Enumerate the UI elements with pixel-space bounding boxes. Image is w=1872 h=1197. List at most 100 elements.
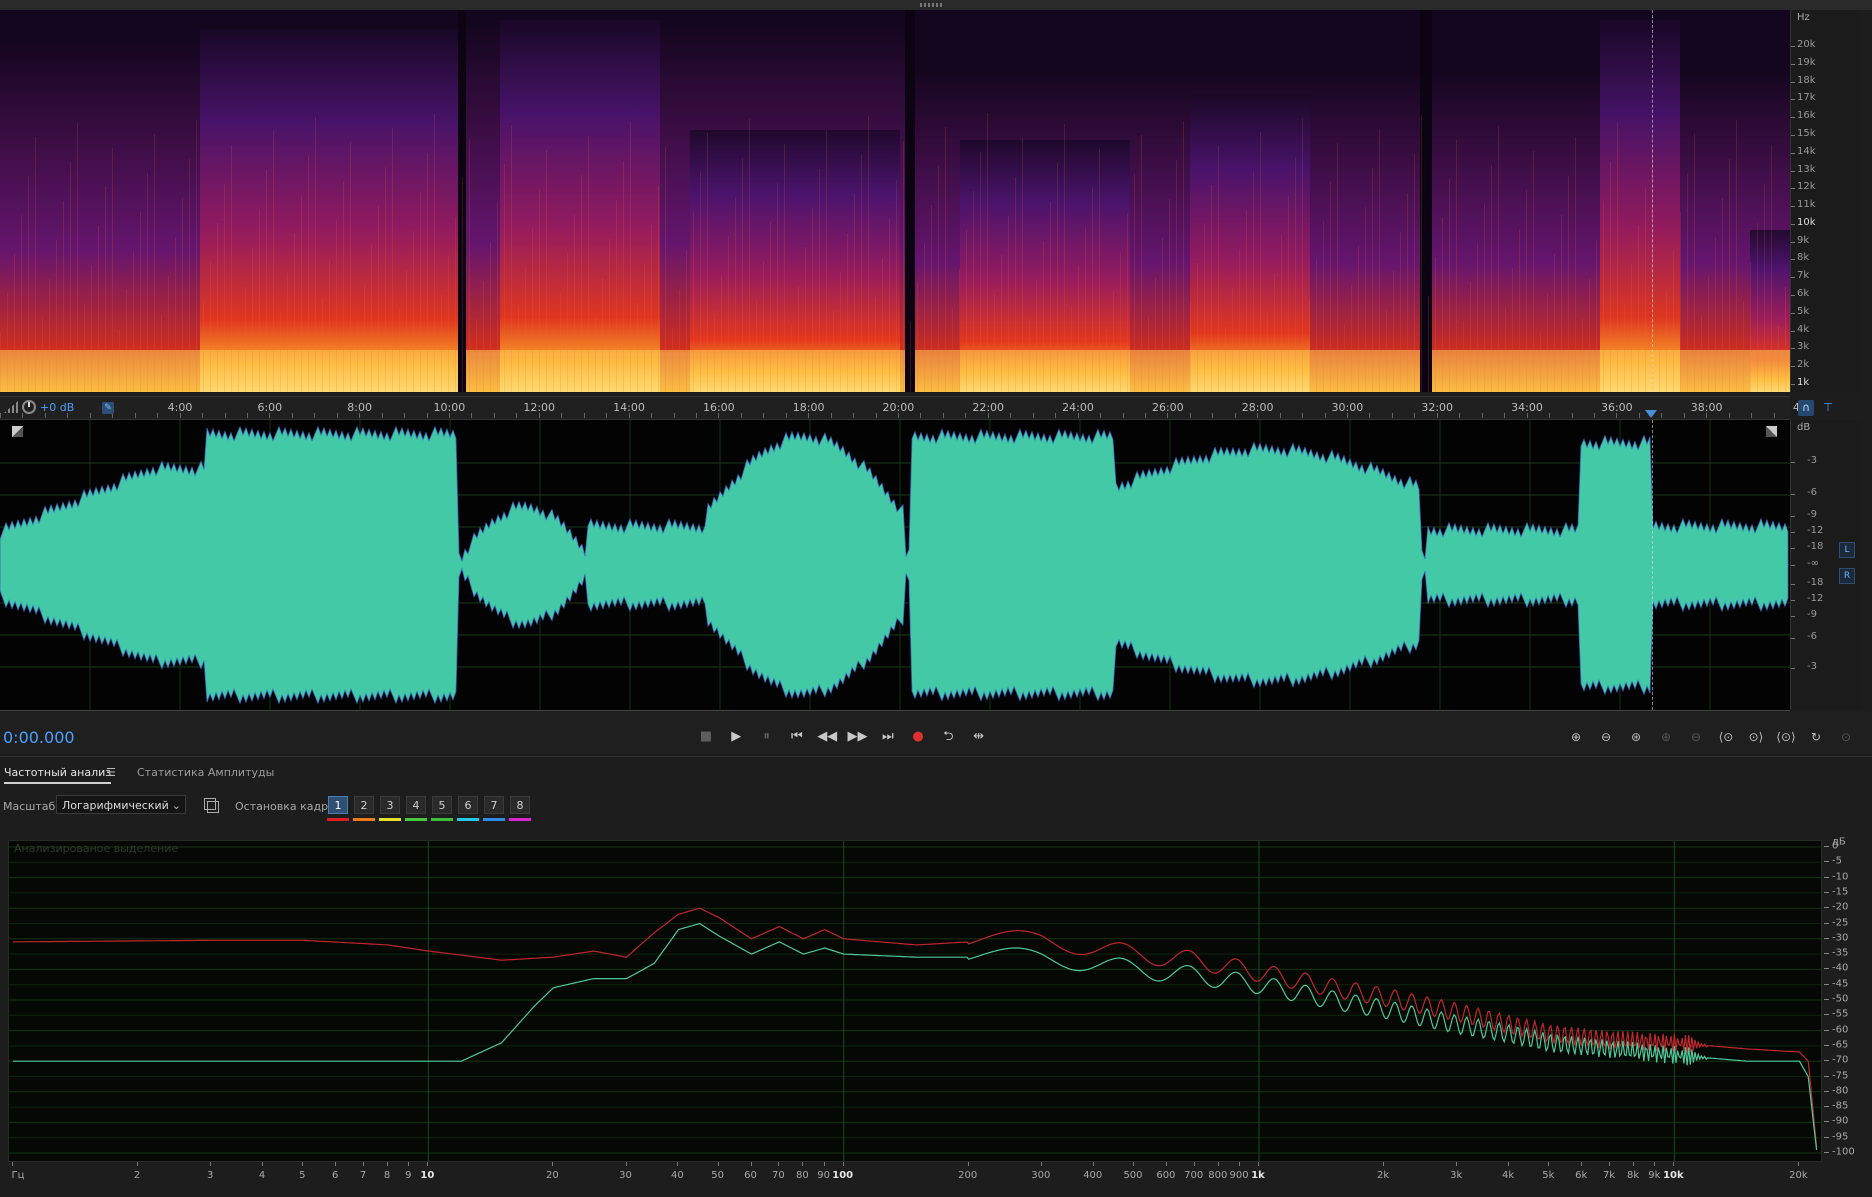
time-tick (1279, 413, 1281, 418)
loop-button[interactable]: ⮌ (937, 726, 959, 748)
time-tick (965, 413, 967, 418)
hz-ruler: Гц 2 3 4 5 6 7 8 9 10 20 30 40 50 60 70 80 90 100 200 300 400… (0, 1162, 1872, 1192)
gain-knob-icon[interactable] (22, 400, 36, 414)
frequency-label: 6k (1797, 288, 1810, 300)
stop-button[interactable]: ■ (695, 726, 717, 748)
hz-label: 7k (1602, 1170, 1616, 1181)
transport-bar (0, 712, 1872, 754)
db-label: -65 (1832, 1039, 1849, 1051)
hz-tick (12, 1162, 13, 1166)
frame-hold-button-2[interactable]: 2 (354, 796, 374, 814)
frame-hold-button-4[interactable]: 4 (406, 796, 426, 814)
frequency-tick (1791, 63, 1795, 65)
frequency-label: 5k (1797, 305, 1810, 317)
spectrum-series-line-2 (13, 922, 1818, 1150)
frequency-plot[interactable] (8, 840, 1822, 1162)
hz-tick (1217, 1162, 1219, 1166)
amplitude-label: -18 (1807, 541, 1824, 552)
db-label: -95 (1832, 1131, 1849, 1143)
gain-control[interactable]: +0 dB (4, 399, 74, 415)
hud-toggle-right-icon[interactable] (1766, 426, 1777, 437)
channel-left-badge[interactable]: L (1839, 542, 1855, 558)
playhead-handle[interactable] (1645, 410, 1657, 418)
pin-icon[interactable]: ✎ (102, 402, 114, 414)
marker-icon[interactable]: ⊤ (1820, 400, 1836, 416)
hz-label: 600 (1156, 1170, 1176, 1181)
panel-resize-grip[interactable] (920, 3, 944, 7)
time-tick (1436, 413, 1438, 418)
panel-menu-icon[interactable]: ☰ (106, 766, 116, 779)
db-label: -5 (1832, 855, 1842, 867)
zoom-reset-button[interactable]: ⊛ (1624, 726, 1648, 748)
amplitude-ruler: dB L R -3 -6 -9 -12 -18 -∞ -18 -12 -9 -6 -3 (1790, 420, 1863, 710)
hz-label: 90 (817, 1170, 831, 1181)
zoom-selection-left-button[interactable]: ⟨⊙ (1714, 726, 1738, 748)
hz-label: 400 (1083, 1170, 1103, 1181)
zoom-in-time-button[interactable]: ⊕ (1654, 726, 1678, 748)
skip-selection-button[interactable]: ⇹ (968, 726, 990, 748)
hz-label: 10 (420, 1170, 435, 1181)
hz-label: 8 (383, 1170, 391, 1181)
record-button[interactable]: ● (907, 726, 929, 748)
frame-hold-button-3[interactable]: 3 (380, 796, 400, 814)
hz-label: 10k (1663, 1170, 1684, 1181)
time-tick (224, 413, 226, 418)
time-ruler[interactable]: 4:00 6:00 8:00 10:00 12:00 14:00 16:00 18:00 20:… (0, 396, 1800, 420)
zoom-history-button[interactable]: ↻ (1804, 726, 1828, 748)
amplitude-label: -3 (1807, 661, 1817, 672)
hz-tick (427, 1162, 429, 1166)
scale-select[interactable]: Логарифмический ⌄ (56, 795, 186, 814)
time-tick (404, 413, 406, 418)
time-tick (202, 413, 204, 418)
db-tick (1824, 1090, 1829, 1092)
go-to-start-button[interactable]: ⏮ (786, 726, 808, 748)
db-label: -20 (1832, 901, 1849, 913)
zoom-extra-button[interactable]: ⊙ (1834, 726, 1858, 748)
waveform-view[interactable] (0, 420, 1790, 711)
tab-amplitude-statistics[interactable]: Статистика Амплитуды (137, 766, 274, 779)
zoom-out-amplitude-button[interactable]: ⊖ (1594, 726, 1618, 748)
gain-value[interactable]: +0 dB (40, 401, 74, 414)
tab-frequency-analysis[interactable]: Частотный анализ (4, 766, 112, 784)
zoom-out-time-button[interactable]: ⊖ (1684, 726, 1708, 748)
frame-hold-button-1[interactable]: 1 (328, 796, 348, 814)
play-button[interactable]: ▶ (725, 726, 747, 748)
db-tick (1824, 891, 1829, 893)
hz-tick (1609, 1162, 1611, 1166)
channel-right-badge[interactable]: R (1839, 568, 1855, 584)
hz-label: 50 (711, 1170, 725, 1181)
hz-label: 1k (1251, 1170, 1265, 1181)
rewind-button[interactable]: ◀◀ (816, 726, 838, 748)
time-tick (1391, 413, 1393, 418)
amplitude-label: -12 (1807, 525, 1824, 536)
hud-toggle-icon[interactable] (12, 426, 23, 437)
frame-hold-button-5[interactable]: 5 (432, 796, 452, 814)
time-tick (920, 413, 922, 418)
frequency-label: 12k (1797, 181, 1816, 193)
zoom-full-button[interactable]: ⟨⊙⟩ (1774, 726, 1798, 748)
fast-forward-button[interactable]: ▶▶ (847, 726, 869, 748)
db-label: 0 (1832, 840, 1839, 852)
frequency-tick (1791, 295, 1795, 297)
frequency-tick (1791, 152, 1795, 154)
hz-tick (677, 1162, 679, 1166)
go-to-end-button[interactable]: ⏭ (877, 726, 899, 748)
zoom-selection-right-button[interactable]: ⊙⟩ (1744, 726, 1768, 748)
frame-hold-button-7[interactable]: 7 (484, 796, 504, 814)
chevron-down-icon: ⌄ (171, 799, 181, 812)
hz-label: 200 (958, 1170, 978, 1181)
zoom-in-amplitude-button[interactable]: ⊕ (1564, 726, 1588, 748)
hz-label: 800 (1208, 1170, 1228, 1181)
time-tick (0, 413, 1, 418)
hz-label: 6k (1575, 1170, 1588, 1181)
copy-icon[interactable] (204, 798, 219, 813)
time-tick (314, 413, 316, 418)
snap-icon[interactable]: ∩ (1798, 400, 1814, 416)
frequency-tick (1791, 206, 1795, 208)
time-tick (1347, 413, 1348, 418)
pause-button[interactable]: ⏸ (756, 726, 778, 748)
current-time-display[interactable]: 0:00.000 (3, 728, 75, 747)
frame-hold-button-8[interactable]: 8 (510, 796, 530, 814)
spectrogram-view[interactable] (0, 10, 1790, 392)
frame-hold-button-6[interactable]: 6 (458, 796, 478, 814)
